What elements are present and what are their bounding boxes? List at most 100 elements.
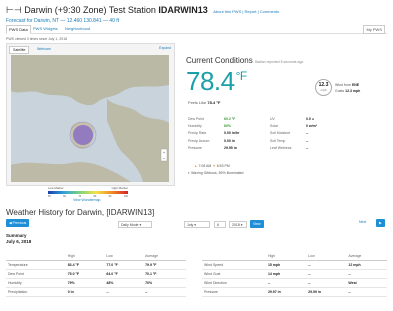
tab-pws-data[interactable]: PWS Data [6,25,31,34]
condition-label: UV [270,117,275,121]
row-label: Pressure [202,287,266,297]
condition-row: Leaf Wetness -- [270,145,317,152]
legend-low-label: Low Marker [48,186,64,190]
next-button[interactable]: ▶ [376,219,385,227]
pws-view-count: PWS viewed 3 times since July 1, 2018 [6,37,68,41]
temperature-value: 78.4 [186,66,235,96]
condition-label: Dew Point [188,117,204,121]
map-tab-satellite[interactable]: Satellite [9,46,30,54]
current-temperature: 78.4°F [186,66,247,97]
column-header: Low [104,252,144,261]
tab-pws-widgets[interactable]: PWS Widgets [31,25,60,32]
temperature-legend: Low Marker High Marker 50 60 70 80 90 100 [48,186,128,198]
table-row: Wind Speed 15 mph -- 12 mph [202,260,387,270]
cell-value: -- [265,278,307,288]
cell-value: 77.0 °F [104,260,144,270]
map-tab-webcam[interactable]: Webcam [34,46,54,52]
cell-value: 64.0 °F [104,269,144,279]
condition-row: Solar 0 w/m² [270,123,317,130]
station-marker[interactable] [73,125,93,145]
cell-value: 0 in [65,287,105,297]
feels-like: Feels Like 78.4 °F [188,100,220,105]
view-wundermap-link[interactable]: View Wundermap [73,198,101,202]
view-button[interactable]: View [250,220,264,228]
gusts-label: Gusts [335,89,345,93]
row-label: Wind Speed [202,260,266,270]
month-select[interactable]: July ▾ [184,221,210,228]
row-label: Wind Direction [202,278,266,288]
sun-times: ▲ 7:08 AM ▼ 6:53 PM [194,164,230,168]
condition-value: 0.0 ● [306,117,314,121]
cell-value: 14 mph [265,269,307,279]
comments-link[interactable]: Comments [260,9,279,14]
conditions-left: Dew Point 60.2 °F Humidity 80% Precip Rate 0.… [188,116,239,152]
cell-value: -- [306,269,347,279]
row-label: Precipitation [6,287,66,297]
about-link[interactable]: About this PWS [213,9,241,14]
wind-from-label: Wind from [335,83,351,87]
cell-value: -- [346,287,387,297]
summary-date: July 6, 2018 [6,238,32,244]
wind-dial: 12.3 mph [315,79,332,96]
sunrise-icon: ▲ [194,164,198,168]
column-header: High [65,252,105,261]
cell-value: -- [306,260,347,270]
table-row: Dew Point 75.0 °F 64.0 °F 70.1 °F [6,269,186,279]
history-controls: ◀ Previous Daily Mode ▾ July ▾ 6 2018 ▾ … [6,219,387,229]
next-label[interactable]: Next [359,220,366,224]
cell-value: -- [346,269,387,279]
map-expand-link[interactable]: Expand [159,46,171,50]
year-select[interactable]: 2018 ▾ [229,221,247,228]
wind-unit: mph [320,88,327,92]
legend-high-label: High Marker [111,186,128,190]
cell-value: -- [104,287,144,297]
day-select[interactable]: 6 [214,221,226,228]
condition-label: Precip Accum [188,138,210,143]
condition-row: Pressure 29.95 in [188,145,239,152]
table-row: Wind Gust 14 mph -- -- [202,269,387,279]
table-row: Humidity 79% 48% 70% [6,278,186,288]
legend-tick: 60 [63,195,66,198]
table-row: Temperature 83.4 °F 77.0 °F 79.9 °F [6,260,186,270]
legend-tick: 100 [123,195,128,198]
wind-from: ENE [351,83,360,87]
mode-select[interactable]: Daily Mode ▾ [118,221,152,228]
column-header: Average [346,252,387,261]
condition-label: Pressure [188,145,203,150]
condition-label: Humidity [188,124,202,129]
condition-value: 0.00 in [224,138,235,143]
condition-value: 60.2 °F [224,117,236,121]
conditions-right: UV 0.0 ● Solar 0 w/m² Soil Moisture -- Soil Te… [270,116,317,152]
wind-details: Wind from ENE Gusts 12.3 mph [335,82,360,94]
column-header [202,252,266,261]
station-icon: ⊢⊣ [6,5,25,15]
table-header-row: High Low Average [6,252,186,261]
sunset-time: 6:53 PM [216,164,230,168]
cell-value: 75.0 °F [65,269,105,279]
current-conditions-title: Current Conditions Station reported 5 sec… [186,56,303,65]
report-age: Station reported 5 seconds ago [254,60,304,64]
previous-button[interactable]: ◀ Previous [6,219,30,227]
map-panel: Satellite Webcam Expand + − [6,43,175,186]
previous-label: Previous [12,221,27,225]
tab-my-pws[interactable]: My PWS [363,25,385,34]
row-label: Humidity [6,278,66,288]
column-header: Low [306,252,347,261]
cell-value: 83.4 °F [65,260,105,270]
moon-icon: ◐ [188,171,191,175]
table-row: Pressure 29.97 in 29.99 in -- [202,287,387,297]
history-title: Weather History for Darwin, [IDARWIN13] [6,208,155,217]
condition-label: Leaf Wetness [270,145,292,150]
history-table-left: High Low Average Temperature 83.4 °F 77.0 °F 7… [6,252,186,297]
report-link[interactable]: Report [245,9,257,14]
condition-value: -- [306,131,309,136]
page-title: ⊢⊣ Darwin (+9:30 Zone) Test Station IDAR… [6,5,280,15]
forecast-link[interactable]: Forecast for Darwin, NT — 12.460 130.841… [6,18,119,24]
condition-value: -- [306,145,309,150]
condition-label: Soil Temp [270,138,286,143]
tab-neighborhood[interactable]: Neighborhood [63,25,92,32]
sunrise-time: 7:08 AM [198,164,212,168]
current-conditions-heading: Current Conditions [186,56,253,65]
satellite-map[interactable]: + − [11,55,169,182]
year-value: 2018 [232,223,240,227]
